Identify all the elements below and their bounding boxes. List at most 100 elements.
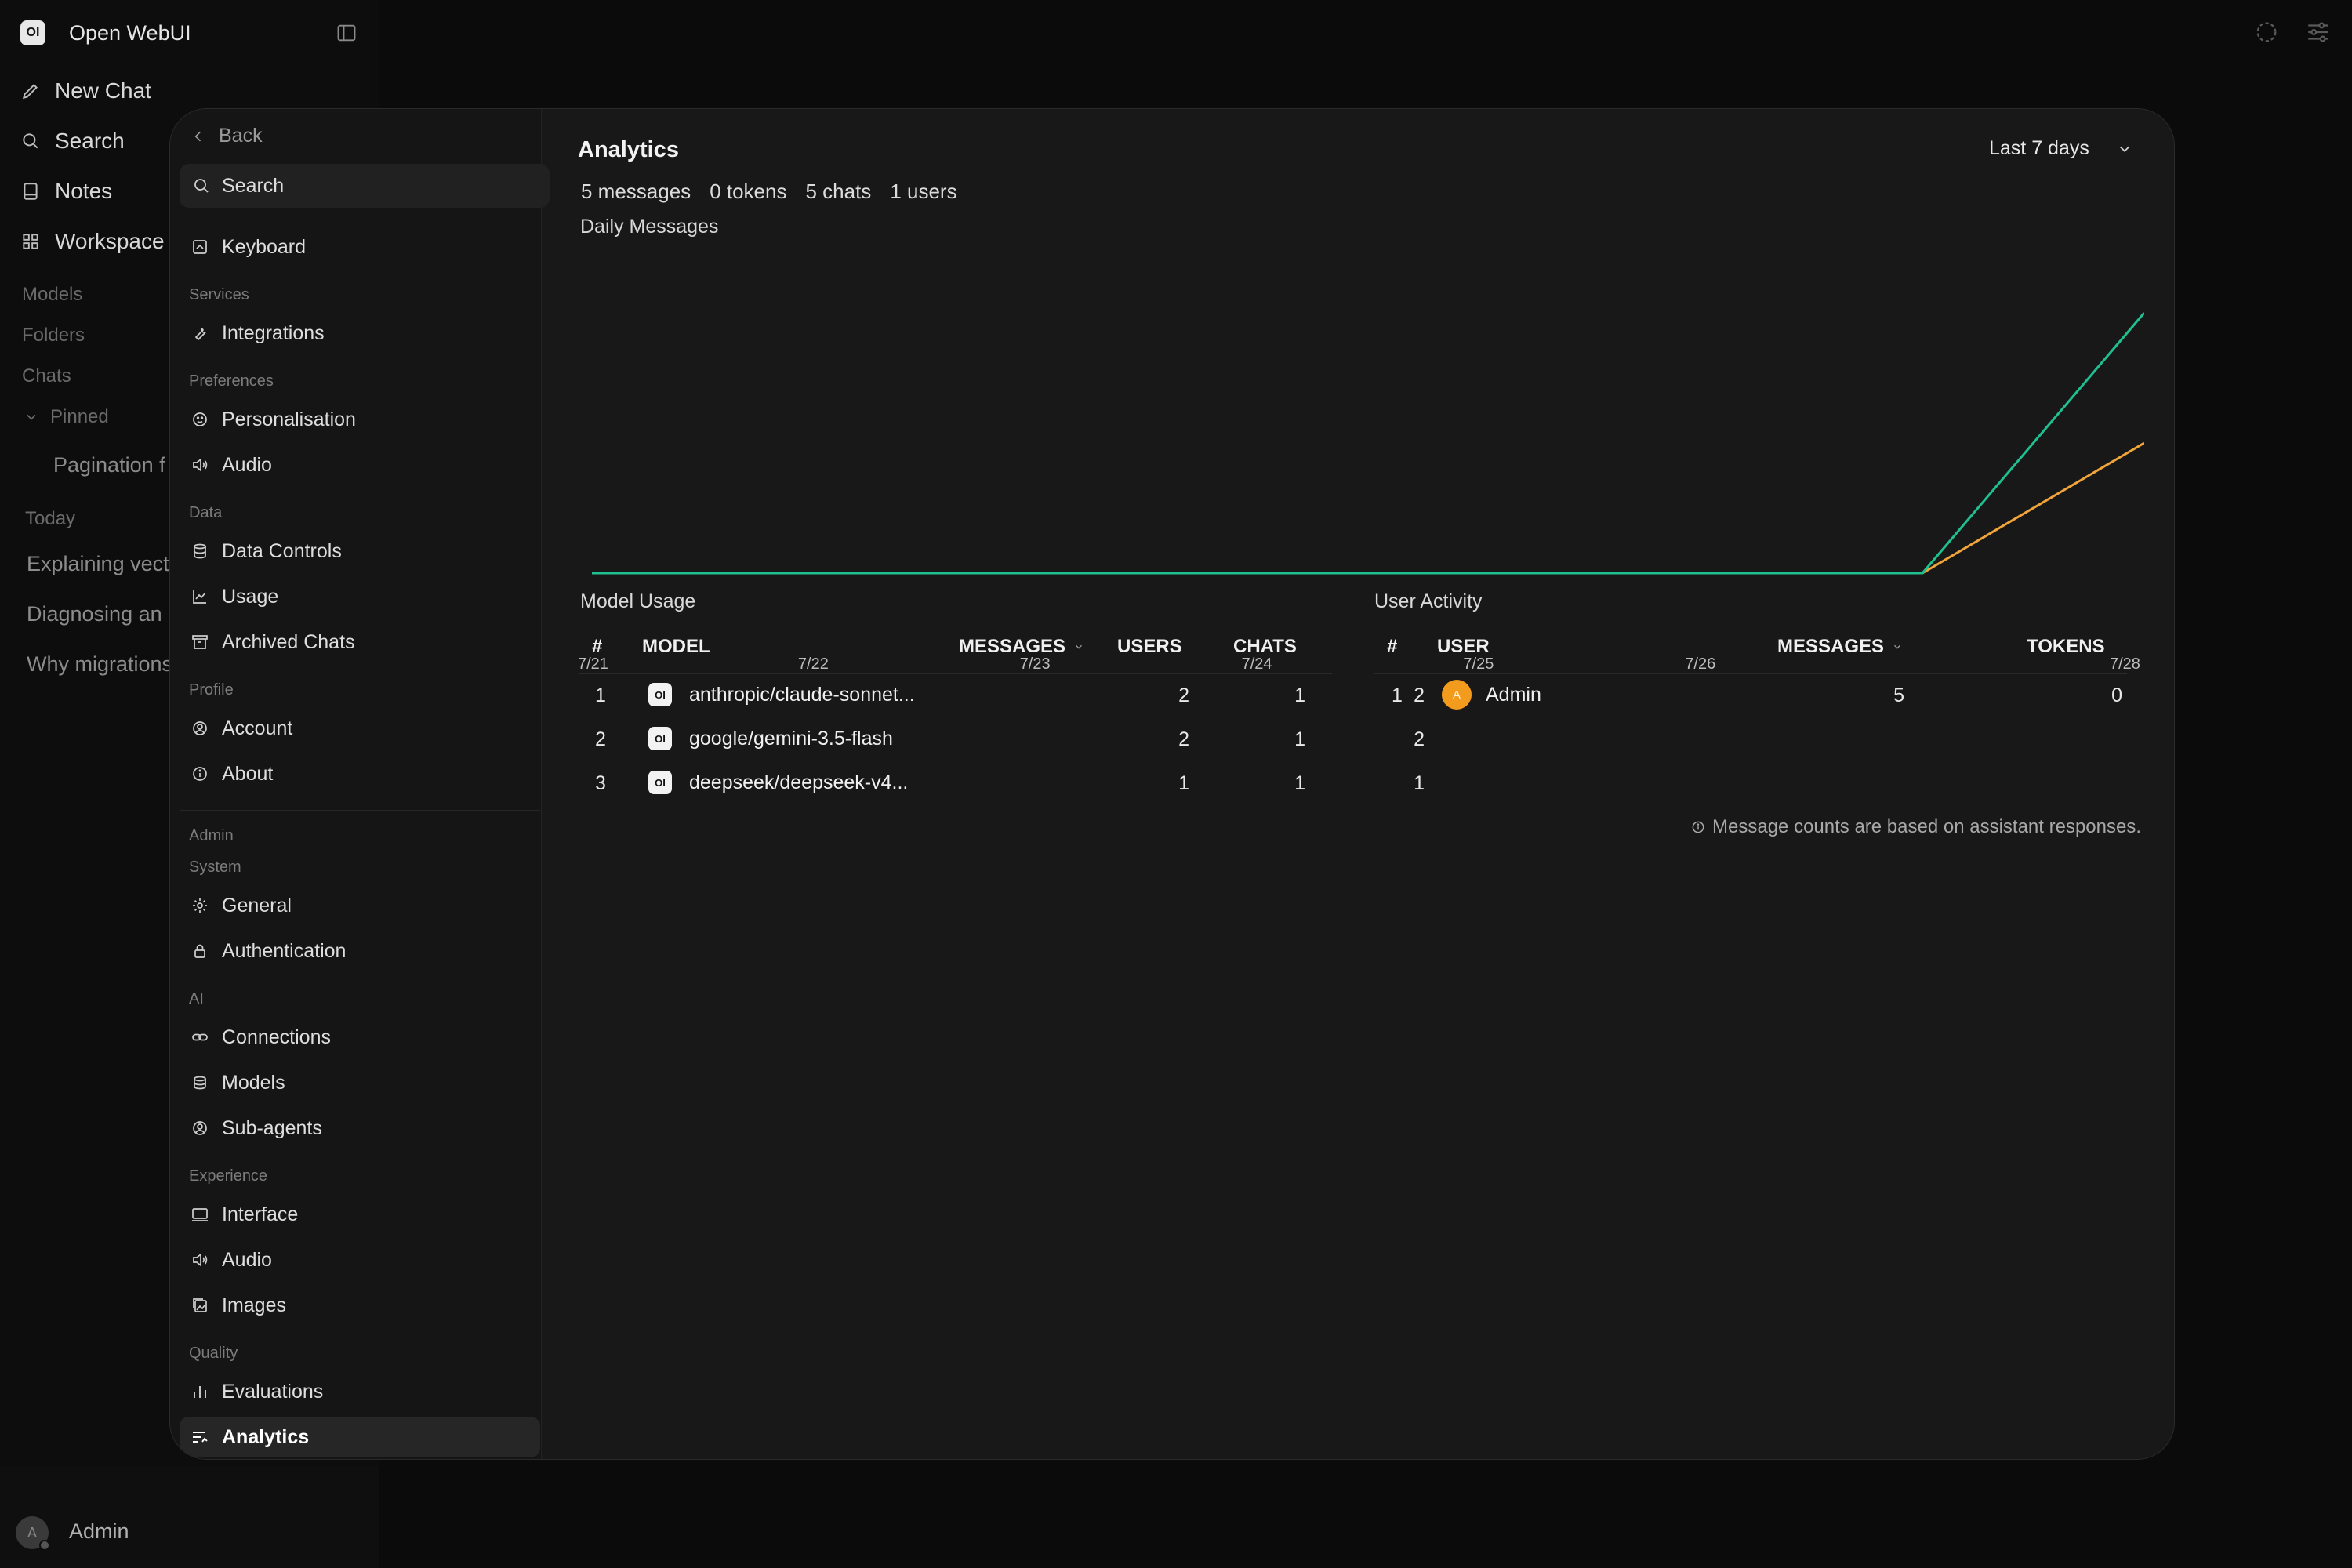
sliders-icon[interactable] [2305, 19, 2332, 45]
speaker-icon [193, 458, 208, 472]
col-chats[interactable]: CHATS [1233, 636, 1297, 658]
speaker-icon [193, 1253, 208, 1267]
col-messages-sort[interactable]: MESSAGES [1777, 636, 1903, 658]
page-title: Analytics [578, 137, 679, 162]
section-chats[interactable]: Chats [22, 365, 71, 387]
nav-item-sub-agents[interactable]: Sub-agents [180, 1108, 540, 1149]
model-name: google/gemini-3.5-flash [689, 727, 893, 750]
nav-item-images[interactable]: Images [180, 1285, 540, 1326]
info-icon [1692, 821, 1704, 833]
chevron-down-icon [27, 414, 36, 420]
label-services: Services [189, 286, 249, 303]
brand[interactable]: OI Open WebUI [20, 20, 191, 45]
chart-series-group [592, 312, 2144, 575]
date-range-select[interactable]: Last 7 days [1989, 137, 2133, 160]
series-line [592, 441, 2144, 575]
bar-chart-icon [194, 1386, 206, 1398]
keyboard-icon [193, 240, 207, 254]
col-tokens[interactable]: TOKENS [2027, 636, 2105, 658]
stack-icon [194, 1076, 206, 1090]
user-circle-icon [193, 721, 207, 735]
col-rank: # [592, 636, 603, 657]
nav-item-models[interactable]: Models [180, 1062, 540, 1103]
user-name: Admin [1486, 683, 1541, 706]
user-activity-title: User Activity [1374, 590, 1483, 612]
user-circle-icon [193, 1121, 207, 1135]
stats-summary: 5 messages 0 tokens 5 chats 1 users [581, 180, 976, 204]
line-chart-icon [193, 590, 206, 604]
col-messages-sort[interactable]: MESSAGES [959, 636, 1084, 658]
nav-item-authentication[interactable]: Authentication [180, 931, 540, 971]
settings-search-input[interactable]: Search [180, 164, 550, 208]
wrench-icon [194, 327, 206, 341]
status-dot [39, 1540, 50, 1551]
user-menu[interactable]: A Admin [0, 1466, 379, 1568]
nav-item-archived-chats[interactable]: Archived Chats [180, 622, 540, 662]
notes-icon [24, 183, 38, 200]
daily-messages-chart: 7/21 7/22 7/23 7/24 7/25 7/26 7/28 [578, 312, 2144, 673]
chat-item[interactable]: Why migrations [27, 652, 172, 677]
nav-item-evaluations[interactable]: Evaluations [180, 1371, 540, 1412]
section-pinned[interactable]: Pinned [24, 406, 109, 428]
analytics-icon [193, 1432, 208, 1443]
sidebar-toggle-icon[interactable] [336, 22, 358, 44]
nav-item-audio[interactable]: Audio [180, 445, 540, 485]
search-button[interactable]: Search [20, 129, 125, 154]
nav-item-account[interactable]: Account [180, 708, 540, 749]
nav-item-about[interactable]: About [180, 753, 540, 794]
nav-item-keyboard[interactable]: Keyboard [180, 227, 540, 267]
nav-item-general[interactable]: General [180, 885, 540, 926]
chevron-down-icon [2119, 146, 2130, 152]
model-usage-title: Model Usage [580, 590, 696, 612]
link-icon [192, 1033, 208, 1041]
workspace-button[interactable]: Workspace [20, 229, 165, 254]
nav-item-audio-experience[interactable]: Audio [180, 1240, 540, 1280]
label-ai: AI [189, 990, 204, 1007]
col-user: USER [1437, 636, 1490, 657]
archive-icon [192, 635, 208, 649]
model-name: deepseek/deepseek-v4... [689, 771, 909, 793]
info-icon [193, 767, 207, 781]
section-folders[interactable]: Folders [22, 325, 85, 347]
x-tick-label: 7/21 [578, 655, 608, 673]
nav-item-analytics[interactable]: Analytics [180, 1417, 540, 1457]
x-tick-label: 7/24 [1242, 655, 1272, 673]
pencil-icon [22, 84, 38, 100]
grid-icon [23, 234, 38, 249]
stat-tokens: 0 tokens [710, 180, 787, 203]
new-chat-button[interactable]: New Chat [20, 78, 151, 103]
chat-item[interactable]: Pagination f [53, 453, 165, 477]
user-name: Admin [69, 1519, 129, 1543]
label-profile: Profile [189, 681, 234, 699]
label-admin: Admin [189, 827, 234, 844]
chat-item[interactable]: Explaining vect [27, 552, 169, 576]
label-experience: Experience [189, 1167, 268, 1185]
chevron-left-icon [194, 131, 201, 141]
chevron-down-icon [1076, 644, 1082, 649]
avatar: A [1442, 680, 1472, 710]
loading-icon[interactable] [2253, 19, 2280, 45]
col-model: MODEL [642, 636, 710, 657]
divider [180, 810, 540, 811]
app-name: Open WebUI [69, 20, 191, 45]
nav-item-usage[interactable]: Usage [180, 576, 540, 617]
section-models[interactable]: Models [22, 284, 82, 306]
nav-item-personalisation[interactable]: Personalisation [180, 399, 540, 440]
notes-button[interactable]: Notes [20, 179, 112, 204]
label-system: System [189, 858, 241, 876]
chat-item[interactable]: Diagnosing an [27, 602, 162, 626]
nav-item-interface[interactable]: Interface [180, 1194, 540, 1235]
database-icon [194, 543, 206, 559]
model-logo-icon: OI [648, 683, 672, 706]
section-today: Today [25, 508, 76, 529]
back-button[interactable]: Back [191, 125, 263, 147]
nav-item-connections[interactable]: Connections [180, 1017, 540, 1058]
footnote: Message counts are based on assistant re… [1690, 816, 2141, 838]
nav-item-integrations[interactable]: Integrations [180, 313, 540, 354]
x-tick-label: 7/25 [1463, 655, 1494, 673]
nav-item-data-controls[interactable]: Data Controls [180, 531, 540, 572]
col-users[interactable]: USERS [1117, 636, 1182, 658]
search-icon [23, 133, 38, 149]
monitor-icon [192, 1208, 208, 1221]
label-preferences: Preferences [189, 372, 274, 390]
